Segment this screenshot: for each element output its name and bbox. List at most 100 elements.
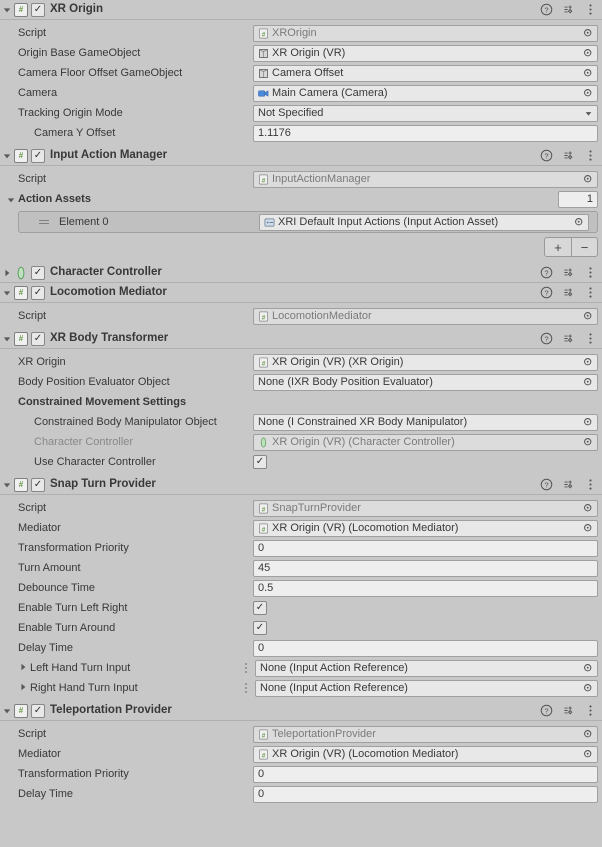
object-picker-icon[interactable] xyxy=(581,46,595,60)
object-field[interactable]: #XR Origin (VR) (Locomotion Mediator) xyxy=(253,746,598,763)
component-body: Script #XROrigin Origin Base GameObject … xyxy=(0,20,602,146)
number-field[interactable]: 0.5 xyxy=(253,580,598,597)
dropdown-field[interactable]: Not Specified xyxy=(253,105,598,122)
object-field[interactable]: None (I Constrained XR Body Manipulator) xyxy=(253,414,598,431)
checkbox-field[interactable] xyxy=(253,621,267,635)
object-field[interactable]: None (Input Action Reference) xyxy=(255,660,598,677)
object-picker-icon[interactable] xyxy=(581,86,595,100)
object-field[interactable]: XR Origin (VR) xyxy=(253,45,598,62)
object-field[interactable]: XRI Default Input Actions (Input Action … xyxy=(259,214,589,231)
object-picker-icon[interactable] xyxy=(581,681,595,695)
help-icon[interactable]: ? xyxy=(538,2,554,18)
help-icon[interactable]: ? xyxy=(538,703,554,719)
list-element-0[interactable]: Element 0 XRI Default Input Actions (Inp… xyxy=(18,211,598,233)
number-field[interactable]: 0 xyxy=(253,786,598,803)
property-row-snapturn-1: Mediator #XR Origin (VR) (Locomotion Med… xyxy=(0,519,602,537)
object-picker-icon[interactable] xyxy=(581,415,595,429)
enable-checkbox[interactable] xyxy=(31,3,45,17)
enable-checkbox[interactable] xyxy=(31,332,45,346)
property-foldout[interactable] xyxy=(18,682,28,692)
object-picker-icon[interactable] xyxy=(581,26,595,40)
enable-checkbox[interactable] xyxy=(31,149,45,163)
number-value: 0.5 xyxy=(258,583,273,594)
object-field[interactable]: Camera Offset xyxy=(253,65,598,82)
dropdown-value: Not Specified xyxy=(258,108,583,119)
object-picker-icon[interactable] xyxy=(581,66,595,80)
preset-icon[interactable] xyxy=(560,331,576,347)
checkbox-field[interactable] xyxy=(253,601,267,615)
enable-checkbox[interactable] xyxy=(31,704,45,718)
context-menu-icon[interactable] xyxy=(582,148,598,164)
help-icon[interactable]: ? xyxy=(538,265,554,281)
foldout-toggle[interactable] xyxy=(2,480,12,490)
object-picker-icon[interactable] xyxy=(581,501,595,515)
preset-icon[interactable] xyxy=(560,2,576,18)
object-picker-icon[interactable] xyxy=(581,355,595,369)
preset-icon[interactable] xyxy=(560,285,576,301)
preset-icon[interactable] xyxy=(560,477,576,493)
component-title: XR Origin xyxy=(50,4,538,16)
go-icon xyxy=(258,48,269,59)
object-picker-icon[interactable] xyxy=(581,375,595,389)
list-foldout[interactable] xyxy=(6,195,16,205)
component-header-locomediator[interactable]: # Locomotion Mediator ? xyxy=(0,283,602,303)
component-header-bodytransformer[interactable]: # XR Body Transformer ? xyxy=(0,329,602,349)
object-picker-icon[interactable] xyxy=(572,215,586,229)
context-menu-icon[interactable] xyxy=(582,331,598,347)
enable-checkbox[interactable] xyxy=(31,478,45,492)
list-remove-button[interactable]: − xyxy=(571,238,597,256)
context-menu-icon[interactable] xyxy=(582,265,598,281)
component-header-snapturn[interactable]: # Snap Turn Provider ? xyxy=(0,475,602,495)
object-picker-icon[interactable] xyxy=(581,172,595,186)
foldout-toggle[interactable] xyxy=(2,706,12,716)
object-field[interactable]: None (IXR Body Position Evaluator) xyxy=(253,374,598,391)
number-field[interactable]: 1.1176 xyxy=(253,125,598,142)
object-picker-icon[interactable] xyxy=(581,309,595,323)
property-row-snapturn-8: Left Hand Turn Input None (Input Action … xyxy=(0,659,602,677)
object-picker-icon[interactable] xyxy=(581,661,595,675)
list-add-button[interactable]: + xyxy=(545,238,571,256)
object-picker-icon[interactable] xyxy=(581,727,595,741)
property-row-snapturn-0: Script #SnapTurnProvider xyxy=(0,499,602,517)
context-menu-icon[interactable] xyxy=(582,2,598,18)
preset-icon[interactable] xyxy=(560,265,576,281)
object-field[interactable]: #XR Origin (VR) (XR Origin) xyxy=(253,354,598,371)
object-picker-icon[interactable] xyxy=(581,521,595,535)
number-field[interactable]: 45 xyxy=(253,560,598,577)
enable-checkbox[interactable] xyxy=(31,286,45,300)
foldout-toggle[interactable] xyxy=(2,288,12,298)
object-field[interactable]: Main Camera (Camera) xyxy=(253,85,598,102)
foldout-toggle[interactable] xyxy=(2,334,12,344)
number-field[interactable]: 0 xyxy=(253,640,598,657)
foldout-toggle[interactable] xyxy=(2,268,12,278)
foldout-toggle[interactable] xyxy=(2,151,12,161)
property-label: Script xyxy=(18,311,253,322)
help-icon[interactable]: ? xyxy=(538,148,554,164)
property-foldout[interactable] xyxy=(18,662,28,672)
component-header-xrorigin[interactable]: # XR Origin ? xyxy=(0,0,602,20)
component-header-teleport[interactable]: # Teleportation Provider ? xyxy=(0,701,602,721)
object-field[interactable]: None (Input Action Reference) xyxy=(255,680,598,697)
component-header-charcontroller[interactable]: Character Controller ? xyxy=(0,263,602,283)
foldout-toggle[interactable] xyxy=(2,5,12,15)
preset-icon[interactable] xyxy=(560,703,576,719)
number-field[interactable]: 0 xyxy=(253,766,598,783)
script-icon: # xyxy=(258,357,269,368)
context-menu-icon[interactable] xyxy=(582,285,598,301)
checkbox-field[interactable] xyxy=(253,455,267,469)
help-icon[interactable]: ? xyxy=(538,285,554,301)
property-label: Transformation Priority xyxy=(18,769,253,780)
help-icon[interactable]: ? xyxy=(538,477,554,493)
number-field[interactable]: 0 xyxy=(253,540,598,557)
drag-handle-icon[interactable] xyxy=(39,217,49,227)
object-field[interactable]: #XR Origin (VR) (Locomotion Mediator) xyxy=(253,520,598,537)
object-picker-icon[interactable] xyxy=(581,747,595,761)
preset-icon[interactable] xyxy=(560,148,576,164)
enable-checkbox[interactable] xyxy=(31,266,45,280)
object-picker-icon[interactable] xyxy=(581,435,595,449)
list-count-field[interactable]: 1 xyxy=(558,191,598,208)
help-icon[interactable]: ? xyxy=(538,331,554,347)
component-header-inputaction[interactable]: # Input Action Manager ? xyxy=(0,146,602,166)
context-menu-icon[interactable] xyxy=(582,477,598,493)
context-menu-icon[interactable] xyxy=(582,703,598,719)
